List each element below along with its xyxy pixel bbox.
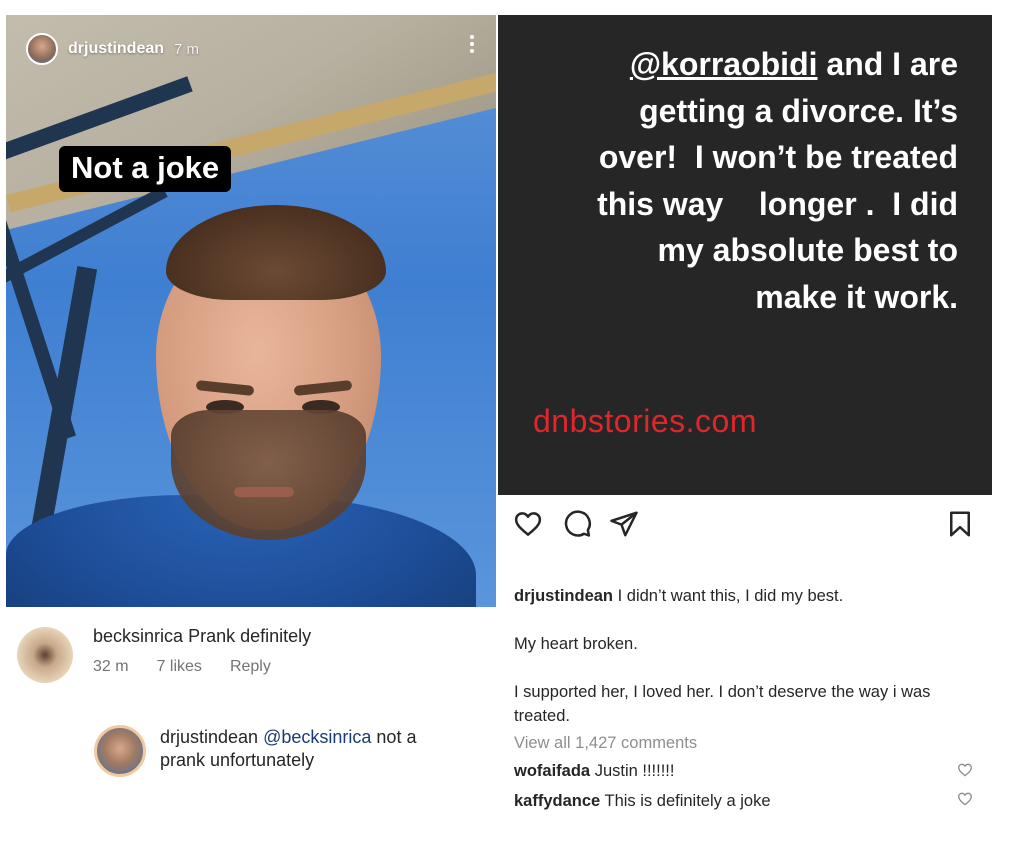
post-caption: drjustindean I didn’t want this, I did m… — [514, 584, 984, 728]
story-text-sticker: Not a joke — [59, 146, 232, 192]
reply-text-part2: prank unfortunately — [160, 750, 315, 770]
post-text-line2: getting a divorce. It’s — [639, 92, 958, 129]
person-hair — [166, 205, 386, 300]
story-timestamp: 7 m — [174, 40, 200, 58]
post-text-line4: this way longer . I did — [597, 185, 958, 222]
caption-line3: I supported her, I loved her. I don’t de… — [514, 683, 931, 725]
reply-button[interactable]: Reply — [230, 658, 271, 676]
post-text-line3: over! I won’t be treated — [598, 139, 958, 175]
post-text: @korraobidi and I are getting a divorce.… — [518, 41, 958, 320]
post-image[interactable]: @korraobidi and I are getting a divorce.… — [498, 15, 992, 495]
post-comment: wofaifada Justin !!!!!!! — [514, 762, 674, 781]
comment-username[interactable]: kaffydance — [514, 792, 600, 810]
comment-time: 32 m — [93, 658, 129, 675]
post-text-line1: @korraobidi and I are — [518, 41, 958, 88]
post-text-line5: my absolute best to — [657, 232, 959, 268]
comment-username[interactable]: becksinrica — [93, 626, 183, 646]
heart-icon[interactable] — [957, 762, 973, 778]
avatar[interactable] — [94, 725, 146, 777]
comment-icon[interactable] — [562, 509, 592, 539]
post-comment: kaffydance This is definitely a joke — [514, 792, 771, 811]
caption-line1: drjustindean I didn’t want this, I did m… — [514, 584, 984, 608]
reply-mention[interactable]: @becksinrica — [263, 727, 371, 747]
caption-line2: My heart broken. — [514, 635, 638, 653]
person-mouth — [234, 487, 294, 497]
comment-text: This is definitely a joke — [604, 792, 771, 810]
watermark: dnbstories.com — [533, 403, 757, 439]
post-mention[interactable]: @korraobidi — [630, 46, 818, 82]
heart-icon[interactable] — [513, 509, 543, 539]
story-username[interactable]: drjustindean — [68, 40, 164, 58]
post-text-line1-rest: and I are — [817, 46, 958, 82]
comment-text: Justin !!!!!!! — [594, 762, 675, 780]
reply-text-part1: not a — [376, 727, 417, 747]
comment-body: becksinrica Prank definitely — [93, 626, 311, 647]
story-header: drjustindean 7 m — [26, 33, 199, 65]
view-all-comments-link[interactable]: View all 1,427 comments — [514, 734, 697, 753]
story-avatar[interactable] — [26, 33, 58, 65]
comment-likes[interactable]: 7 likes — [157, 658, 202, 676]
send-icon[interactable] — [609, 509, 639, 539]
story-panel[interactable]: drjustindean 7 m Not a joke — [6, 15, 496, 607]
comment-text: Prank definitely — [188, 626, 312, 646]
reply-username[interactable]: drjustindean — [160, 727, 258, 747]
reply-body: drjustindean @becksinrica not a prank un… — [160, 726, 460, 772]
post-actions — [513, 509, 975, 539]
caption-username[interactable]: drjustindean — [514, 587, 613, 605]
caption-line1-text: I didn’t want this, I did my best. — [617, 587, 844, 605]
heart-icon[interactable] — [957, 791, 973, 807]
comment-username[interactable]: wofaifada — [514, 762, 590, 780]
avatar[interactable] — [17, 627, 73, 683]
post-text-line6: make it work. — [755, 278, 958, 315]
comment-meta: 32 m 7 likes Reply — [93, 658, 271, 676]
bookmark-icon[interactable] — [945, 509, 975, 539]
more-options-icon[interactable] — [470, 35, 476, 53]
